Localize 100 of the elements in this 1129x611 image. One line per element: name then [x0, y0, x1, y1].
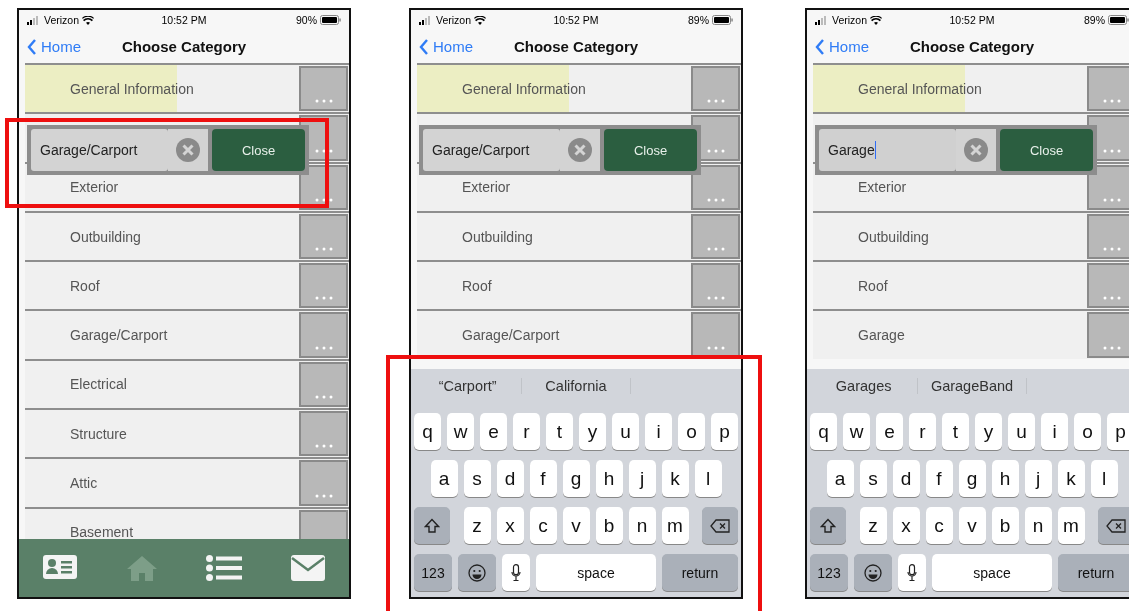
microphone-key[interactable]: [502, 554, 530, 591]
category-row[interactable]: Attic: [25, 457, 349, 507]
letter-key[interactable]: c: [925, 507, 953, 544]
clear-icon[interactable]: [964, 138, 988, 162]
letter-key[interactable]: r: [513, 413, 540, 450]
numbers-key[interactable]: 123: [810, 554, 848, 591]
letter-key[interactable]: j: [1024, 460, 1052, 497]
letter-key[interactable]: h: [991, 460, 1019, 497]
category-row[interactable]: Garage: [813, 309, 1129, 359]
more-button[interactable]: [1087, 164, 1129, 210]
search-field[interactable]: Garage/Carport: [31, 129, 168, 171]
letter-key[interactable]: v: [562, 507, 590, 544]
category-row[interactable]: Outbuilding: [25, 210, 349, 261]
letter-key[interactable]: e: [480, 413, 507, 450]
more-button[interactable]: [1087, 66, 1129, 112]
category-row[interactable]: General Information: [25, 63, 349, 113]
more-button[interactable]: [299, 263, 348, 309]
more-button[interactable]: [299, 213, 348, 260]
category-row[interactable]: General Information: [813, 63, 1129, 113]
more-button[interactable]: [691, 164, 740, 210]
close-button[interactable]: Close: [1000, 129, 1093, 171]
category-row[interactable]: Garage/Carport: [25, 309, 349, 359]
category-row[interactable]: Outbuilding: [813, 210, 1129, 261]
more-button[interactable]: [691, 213, 740, 260]
letter-key[interactable]: w: [447, 413, 474, 450]
return-key[interactable]: return: [662, 554, 738, 591]
letter-key[interactable]: x: [892, 507, 920, 544]
category-row[interactable]: Roof: [25, 260, 349, 310]
more-button[interactable]: [1087, 263, 1129, 309]
letter-key[interactable]: z: [859, 507, 887, 544]
more-button[interactable]: [691, 263, 740, 309]
letter-key[interactable]: v: [958, 507, 986, 544]
suggestion[interactable]: GarageBand: [918, 378, 1027, 394]
category-row[interactable]: Structure: [25, 408, 349, 458]
category-row[interactable]: Outbuilding: [417, 210, 741, 261]
letter-key[interactable]: i: [645, 413, 672, 450]
more-button[interactable]: [691, 312, 740, 358]
letter-key[interactable]: x: [496, 507, 524, 544]
letter-key[interactable]: s: [859, 460, 887, 497]
more-button[interactable]: [299, 361, 348, 408]
letter-key[interactable]: b: [595, 507, 623, 544]
numbers-key[interactable]: 123: [414, 554, 452, 591]
space-key[interactable]: space: [536, 554, 656, 591]
microphone-key[interactable]: [898, 554, 926, 591]
letter-key[interactable]: r: [909, 413, 936, 450]
letter-key[interactable]: n: [1024, 507, 1052, 544]
letter-key[interactable]: u: [1008, 413, 1035, 450]
letter-key[interactable]: c: [529, 507, 557, 544]
letter-key[interactable]: o: [1074, 413, 1101, 450]
clear-icon[interactable]: [568, 138, 592, 162]
category-row[interactable]: Basement: [25, 506, 349, 539]
more-button[interactable]: [299, 460, 348, 506]
category-row[interactable]: Roof: [417, 260, 741, 310]
letter-key[interactable]: m: [1057, 507, 1085, 544]
shift-key[interactable]: [414, 507, 450, 544]
letter-key[interactable]: z: [463, 507, 491, 544]
list-tab[interactable]: [206, 555, 243, 581]
more-button[interactable]: [691, 66, 740, 112]
letter-key[interactable]: k: [661, 460, 689, 497]
letter-key[interactable]: e: [876, 413, 903, 450]
letter-key[interactable]: d: [892, 460, 920, 497]
category-row[interactable]: Roof: [813, 260, 1129, 310]
search-field[interactable]: Garage/Carport: [423, 129, 560, 171]
mail-tab[interactable]: [290, 555, 325, 581]
letter-key[interactable]: f: [925, 460, 953, 497]
category-row[interactable]: Electrical: [25, 358, 349, 409]
letter-key[interactable]: d: [496, 460, 524, 497]
emoji-key[interactable]: [458, 554, 496, 591]
letter-key[interactable]: p: [1107, 413, 1129, 450]
letter-key[interactable]: g: [562, 460, 590, 497]
letter-key[interactable]: l: [1090, 460, 1118, 497]
letter-key[interactable]: t: [942, 413, 969, 450]
back-button[interactable]: Home: [815, 38, 869, 55]
letter-key[interactable]: i: [1041, 413, 1068, 450]
letter-key[interactable]: m: [661, 507, 689, 544]
emoji-key[interactable]: [854, 554, 892, 591]
letter-key[interactable]: a: [826, 460, 854, 497]
more-button[interactable]: [299, 312, 348, 358]
back-button[interactable]: Home: [419, 38, 473, 55]
category-row[interactable]: General Information: [417, 63, 741, 113]
letter-key[interactable]: a: [430, 460, 458, 497]
shift-key[interactable]: [810, 507, 846, 544]
letter-key[interactable]: n: [628, 507, 656, 544]
letter-key[interactable]: b: [991, 507, 1019, 544]
letter-key[interactable]: o: [678, 413, 705, 450]
clear-icon[interactable]: [176, 138, 200, 162]
delete-key[interactable]: [1098, 507, 1129, 544]
search-field[interactable]: Garage: [819, 129, 956, 171]
letter-key[interactable]: g: [958, 460, 986, 497]
back-button[interactable]: Home: [27, 38, 81, 55]
letter-key[interactable]: q: [810, 413, 837, 450]
letter-key[interactable]: s: [463, 460, 491, 497]
suggestion[interactable]: Garages: [810, 378, 919, 394]
letter-key[interactable]: q: [414, 413, 441, 450]
space-key[interactable]: space: [932, 554, 1052, 591]
return-key[interactable]: return: [1058, 554, 1129, 591]
delete-key[interactable]: [702, 507, 738, 544]
close-button[interactable]: Close: [212, 129, 305, 171]
letter-key[interactable]: l: [694, 460, 722, 497]
letter-key[interactable]: w: [843, 413, 870, 450]
